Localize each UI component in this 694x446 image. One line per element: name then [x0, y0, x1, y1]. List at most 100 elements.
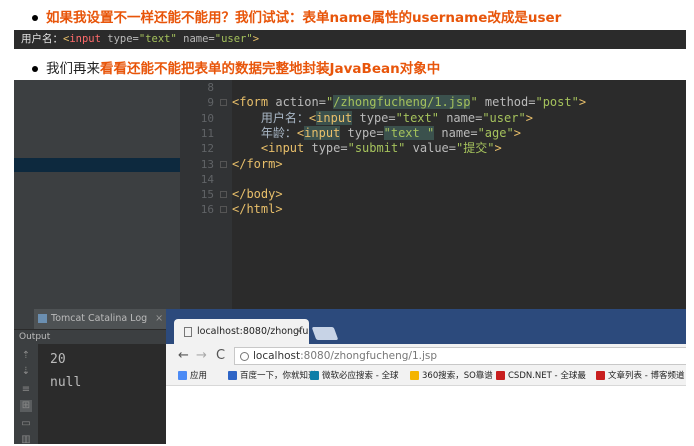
- code-line[interactable]: 用户名：<input type="text" name="user">: [232, 110, 533, 126]
- code-token: "text": [395, 110, 447, 125]
- output-line: 20: [50, 352, 66, 367]
- line-number: 15: [200, 188, 214, 202]
- code-token: type=: [311, 141, 348, 156]
- code-token: </form>: [232, 156, 283, 171]
- code-token: </html>: [232, 202, 283, 217]
- code-token: type=: [352, 110, 396, 125]
- project-panel-selected-row[interactable]: [14, 158, 180, 172]
- line-number: 14: [200, 172, 214, 186]
- print-icon[interactable]: ▭: [20, 418, 32, 430]
- scroll-to-end-icon[interactable]: ⊞: [20, 400, 32, 412]
- bookmark-item[interactable]: 360搜索，SO靠谱: [410, 368, 493, 385]
- bookmark-item[interactable]: 应用: [178, 368, 207, 385]
- code-line[interactable]: <input type="submit" value="提交">: [232, 141, 502, 156]
- fold-marker-icon[interactable]: [220, 206, 227, 214]
- line-number: 12: [200, 142, 214, 156]
- bullet-line-2: 我们再来看看还能不能把表单的数据完整地封装JavaBean对象中: [32, 57, 440, 77]
- back-icon[interactable]: ←: [178, 348, 189, 364]
- address-bar[interactable]: localhost:8080/zhongfucheng/1.jsp: [234, 347, 686, 365]
- line-number: 10: [200, 111, 214, 125]
- fold-marker-icon[interactable]: [220, 160, 227, 168]
- code-token: 用户名：: [232, 110, 309, 125]
- console-side-toolbar: ⇡ ⇣ ≡ ⊞ ▭ ▥: [14, 344, 38, 446]
- bookmark-favicon-icon: [178, 371, 187, 380]
- code-token: >: [513, 125, 521, 140]
- output-section-label: Output: [14, 330, 166, 344]
- code-token: <form: [232, 95, 276, 110]
- bookmark-label: 文章列表 - 博客频道: [608, 371, 685, 381]
- code-token: "age": [477, 125, 514, 140]
- bookmark-item[interactable]: 百度一下，你就知道: [228, 368, 317, 385]
- code-token: "text ": [383, 125, 435, 140]
- close-icon[interactable]: ×: [295, 319, 303, 344]
- page-icon: [184, 326, 192, 337]
- bookmark-item[interactable]: 文章列表 - 博客频道: [596, 368, 684, 385]
- code-token: name=: [434, 125, 478, 140]
- tab-label: Tomcat Catalina Log: [51, 313, 148, 324]
- browser-window: localhost:8080/zhongfu × ← → C localhost…: [166, 309, 686, 444]
- browser-tab-title: localhost:8080/zhongfu: [197, 326, 309, 337]
- code-line[interactable]: </body>: [232, 187, 283, 202]
- ide-editor: 8 9 10 11 12 13 14 15 16 <form action= "/zhongfuch…: [14, 80, 686, 309]
- snippet-type-attr: type=: [107, 33, 139, 45]
- trash-icon[interactable]: ▥: [20, 434, 32, 446]
- bookmark-label: 应用: [190, 371, 208, 381]
- bookmarks-bar: 应用 百度一下，你就知道 微软必应搜索 - 全球 360搜索，SO靠谱 CSDN.NET…: [166, 368, 686, 386]
- tool-window-tabbar: Tomcat Catalina Log ×: [14, 309, 172, 330]
- bullet-plain-text: 我们再来: [46, 61, 100, 77]
- info-icon[interactable]: [240, 351, 249, 361]
- tab-tomcat-catalina-log[interactable]: Tomcat Catalina Log ×: [34, 309, 172, 329]
- arrow-up-icon[interactable]: ⇡: [20, 350, 32, 362]
- code-line[interactable]: </form>: [232, 157, 283, 172]
- project-panel: [14, 80, 180, 309]
- code-token: type=: [340, 125, 384, 140]
- code-token: action=: [275, 95, 326, 110]
- code-token: 年龄：: [232, 125, 297, 140]
- reload-icon[interactable]: C: [216, 348, 225, 364]
- bookmark-favicon-icon: [596, 371, 605, 380]
- code-line[interactable]: 年龄：<input type="text " name="age">: [232, 125, 521, 141]
- code-token: method=: [484, 95, 536, 110]
- bookmark-favicon-icon: [310, 371, 319, 380]
- bookmark-favicon-icon: [410, 371, 419, 380]
- wrap-icon[interactable]: ≡: [20, 384, 32, 396]
- bookmark-item[interactable]: 微软必应搜索 - 全球: [310, 368, 398, 385]
- code-token: "submit": [347, 141, 413, 156]
- code-token: ": [470, 95, 485, 110]
- bullet-bold-text: 看看还能不能把表单的数据完整地封装JavaBean对象中: [100, 61, 441, 77]
- snippet-gt: >: [252, 33, 260, 45]
- line-number: 16: [200, 203, 214, 217]
- arrow-down-icon[interactable]: ⇣: [20, 366, 32, 378]
- bookmark-label: CSDN.NET - 全球最: [508, 371, 586, 381]
- line-number: 9: [207, 96, 214, 110]
- forward-icon[interactable]: →: [196, 348, 207, 364]
- bookmark-favicon-icon: [496, 371, 505, 380]
- code-line[interactable]: </html>: [232, 202, 283, 217]
- snippet-name-attr: name=: [183, 33, 215, 45]
- code-token: >: [494, 141, 502, 156]
- new-tab-button[interactable]: [311, 327, 339, 340]
- bullet-line-1: 如果我设置不一样还能不能用？我们试试：表单name属性的username改成是u…: [32, 6, 561, 26]
- code-token: input: [316, 110, 353, 125]
- bookmark-label: 百度一下，你就知道: [240, 371, 317, 381]
- close-icon[interactable]: ×: [155, 313, 163, 324]
- code-token: "user": [482, 110, 526, 125]
- bookmark-label: 360搜索，SO靠谱: [422, 371, 493, 381]
- log-icon: [38, 314, 47, 323]
- browser-page-content: [166, 386, 686, 444]
- code-token: >: [525, 110, 533, 125]
- url-path: :8080/zhongfucheng/1.jsp: [300, 350, 438, 362]
- fold-marker-icon[interactable]: [220, 99, 227, 107]
- browser-tab[interactable]: localhost:8080/zhongfu ×: [174, 319, 309, 344]
- output-line: null: [50, 375, 82, 390]
- bookmark-label: 微软必应搜索 - 全球: [322, 371, 399, 381]
- code-token: value=: [412, 141, 456, 156]
- line-number: 13: [200, 157, 214, 171]
- code-token: /zhongfucheng/1.jsp: [333, 95, 471, 110]
- fold-marker-icon[interactable]: [220, 191, 227, 199]
- code-token: input: [304, 125, 341, 140]
- bookmark-item[interactable]: CSDN.NET - 全球最: [496, 368, 586, 385]
- bookmark-favicon-icon: [228, 371, 237, 380]
- code-token: "提交": [456, 141, 495, 156]
- code-line[interactable]: <form action="/zhongfucheng/1.jsp" metho…: [232, 95, 586, 110]
